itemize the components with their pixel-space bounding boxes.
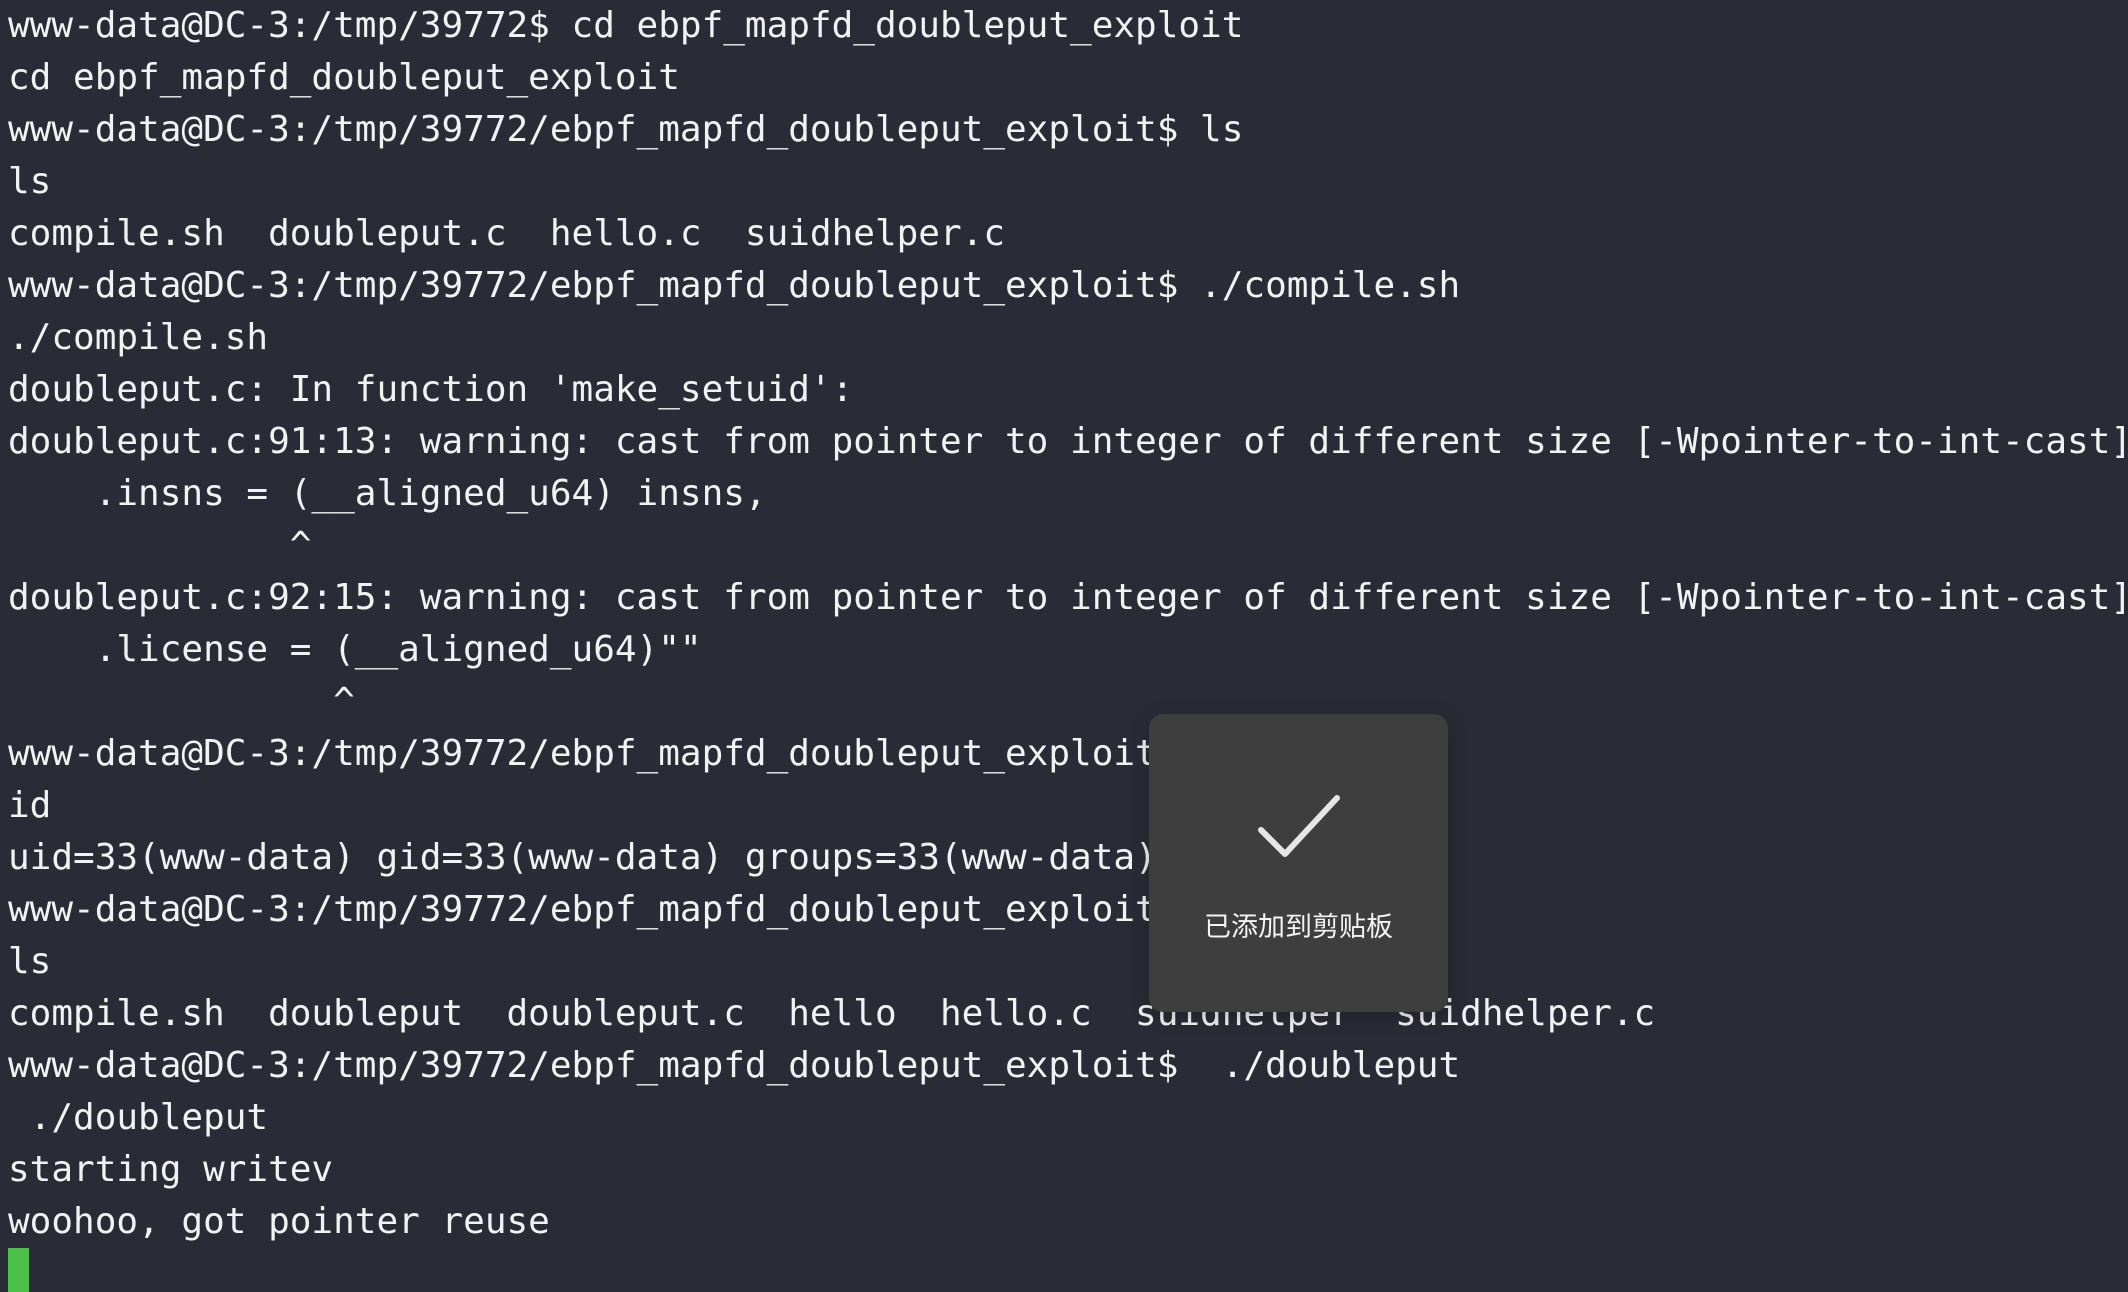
terminal-line: www-data@DC-3:/tmp/39772/ebpf_mapfd_doub… (8, 889, 1244, 930)
terminal-line: doubleput.c:92:15: warning: cast from po… (8, 577, 2128, 618)
terminal-line: compile.sh doubleput doubleput.c hello h… (8, 993, 1656, 1034)
terminal-line: doubleput.c: In function 'make_setuid': (8, 369, 854, 410)
terminal-line: ^ (8, 525, 312, 566)
terminal-line: ./doubleput (8, 1097, 269, 1138)
toast-message: 已添加到剪贴板 (1204, 912, 1393, 943)
terminal-line: cd ebpf_mapfd_doubleput_exploit (8, 57, 680, 98)
terminal-cursor (8, 1248, 29, 1292)
terminal-line: woohoo, got pointer reuse (8, 1201, 550, 1242)
terminal-line: ^ (8, 681, 355, 722)
terminal-line: id (8, 785, 52, 826)
terminal-line: uid=33(www-data) gid=33(www-data) groups… (8, 837, 1157, 878)
terminal-line: ./compile.sh (8, 317, 269, 358)
terminal-line: compile.sh doubleput.c hello.c suidhelpe… (8, 213, 1005, 254)
clipboard-toast: 已添加到剪贴板 (1149, 714, 1448, 1012)
terminal-line: .license = (__aligned_u64)"" (8, 629, 702, 670)
terminal-line: www-data@DC-3:/tmp/39772/ebpf_mapfd_doub… (8, 1045, 1461, 1086)
terminal-line: starting writev (8, 1149, 334, 1190)
terminal-line: ls (8, 161, 52, 202)
terminal-line: www-data@DC-3:/tmp/39772/ebpf_mapfd_doub… (8, 109, 1244, 150)
terminal-line: .insns = (__aligned_u64) insns, (8, 473, 767, 514)
terminal-line: www-data@DC-3:/tmp/39772$ cd ebpf_mapfd_… (8, 5, 1244, 46)
checkmark-icon (1258, 795, 1340, 857)
terminal-line: www-data@DC-3:/tmp/39772/ebpf_mapfd_doub… (8, 265, 1461, 306)
terminal-line: ls (8, 941, 52, 982)
terminal-output: www-data@DC-3:/tmp/39772$ cd ebpf_mapfd_… (8, 0, 2128, 1248)
terminal-window[interactable]: www-data@DC-3:/tmp/39772$ cd ebpf_mapfd_… (0, 0, 2128, 1292)
terminal-line: doubleput.c:91:13: warning: cast from po… (8, 421, 2128, 462)
terminal-line: www-data@DC-3:/tmp/39772/ebpf_mapfd_doub… (8, 733, 1244, 774)
